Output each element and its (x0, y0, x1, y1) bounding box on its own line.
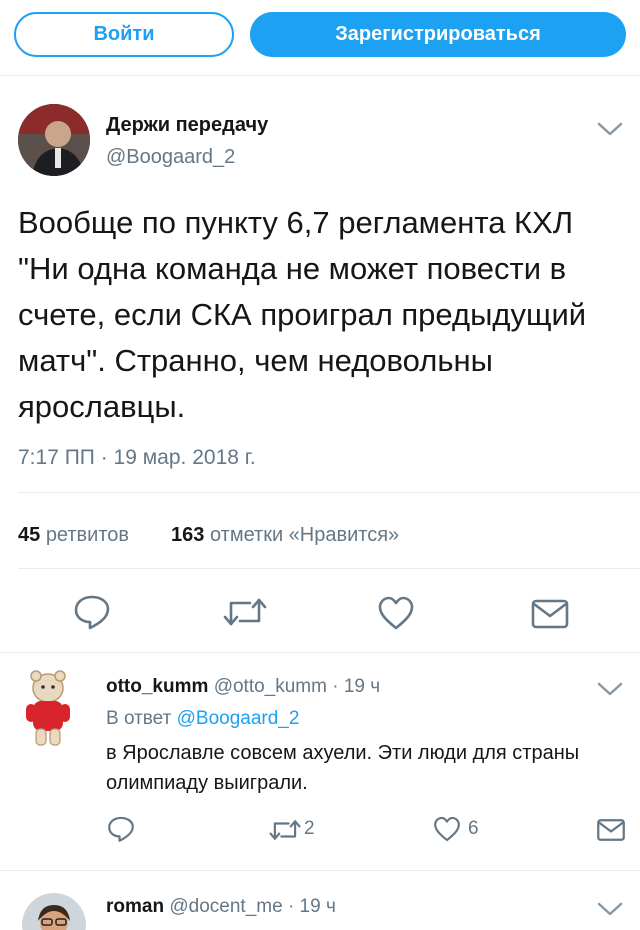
retweet-icon[interactable] (222, 594, 268, 630)
chevron-down-icon[interactable] (596, 680, 624, 698)
chevron-down-icon[interactable] (596, 120, 624, 138)
reply-icon[interactable] (72, 593, 112, 631)
likes-stat[interactable]: 163 отметки «Нравится» (171, 524, 399, 546)
reply-author-handle[interactable]: @docent_me (169, 896, 282, 917)
reply-text: в Ярославле совсем ахуели. Эти люди для … (106, 742, 580, 794)
divider (0, 870, 640, 871)
retweets-stat[interactable]: 45 ретвитов (18, 524, 129, 546)
message-icon[interactable] (530, 598, 570, 630)
top-bar: Войти Зарегистрироваться (0, 0, 640, 76)
author-handle[interactable]: @Boogaard_2 (106, 146, 235, 169)
reply-to-line: В ответ @Boogaard_2 (106, 708, 300, 729)
reply-retweet-count: 2 (304, 818, 315, 839)
reply-header: roman @docent_me · 19 ч (106, 896, 336, 918)
divider (18, 568, 640, 569)
chevron-down-icon[interactable] (596, 900, 624, 918)
reply-like-count: 6 (468, 818, 479, 839)
message-icon[interactable] (596, 818, 626, 842)
retweet-icon[interactable] (268, 817, 302, 843)
reply-author-handle[interactable]: @otto_kumm (214, 676, 327, 697)
like-icon[interactable] (376, 594, 416, 632)
reply-header: otto_kumm @otto_kumm · 19 ч (106, 676, 380, 698)
like-icon[interactable] (432, 815, 462, 843)
author-name[interactable]: Держи передачу (106, 114, 268, 137)
author-avatar[interactable] (18, 104, 90, 176)
reply-author-name[interactable]: roman (106, 896, 164, 917)
reply-avatar[interactable] (22, 668, 74, 748)
reply-time[interactable]: · 19 ч (288, 896, 336, 917)
divider (0, 652, 640, 653)
tweet-timestamp[interactable]: 7:17 ПП · 19 мар. 2018 г. (18, 446, 256, 470)
tweet-stats: 45 ретвитов 163 отметки «Нравится» (18, 524, 399, 547)
login-button[interactable]: Войти (14, 12, 234, 57)
reply-author-name[interactable]: otto_kumm (106, 676, 208, 697)
tweet-text: Вообще по пункту 6,7 регламента КХЛ "Ни … (18, 205, 587, 424)
reply-icon[interactable] (106, 815, 136, 843)
reply-to-link[interactable]: @Boogaard_2 (177, 708, 300, 729)
signup-button[interactable]: Зарегистрироваться (250, 12, 626, 57)
reply-avatar[interactable] (22, 893, 86, 930)
divider (18, 492, 640, 493)
reply-time[interactable]: · 19 ч (332, 676, 380, 697)
